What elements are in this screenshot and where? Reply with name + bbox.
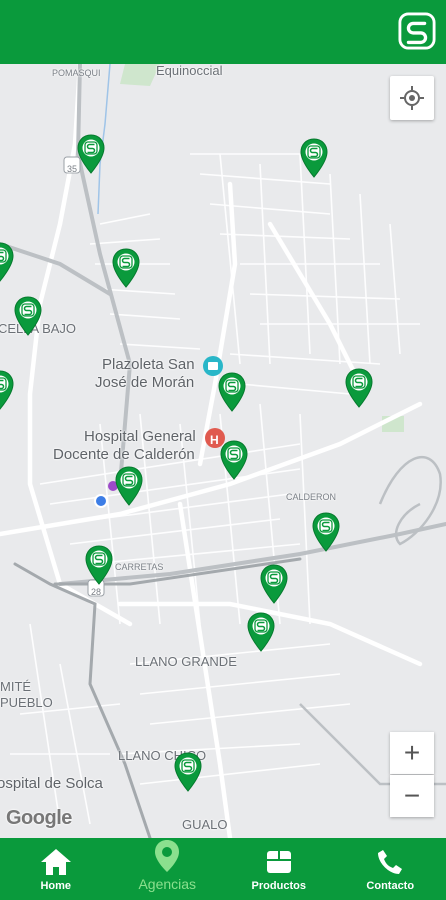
place-plazoleta-line1: Plazoleta San: [102, 356, 195, 373]
agency-pin-icon[interactable]: [300, 138, 328, 178]
zoom-out-button[interactable]: −: [390, 775, 434, 817]
place-llano-grande: LLANO GRANDE: [135, 654, 237, 669]
place-gualo: GUALO: [182, 817, 228, 832]
agency-pin-icon[interactable]: [14, 296, 42, 336]
nav-contacto[interactable]: Contacto: [335, 838, 446, 900]
agency-pin-icon[interactable]: [77, 134, 105, 174]
nav-home[interactable]: Home: [0, 838, 112, 900]
agency-pin-icon[interactable]: [174, 752, 202, 792]
box-icon: [266, 851, 291, 873]
top-app-bar: [0, 0, 446, 64]
svg-text:H: H: [210, 433, 219, 447]
agency-pin-icon[interactable]: [247, 612, 275, 652]
s-logo-icon[interactable]: [398, 12, 436, 50]
nav-agencias[interactable]: Agencias: [112, 838, 224, 900]
route-35-label: 35: [67, 164, 78, 174]
place-calderon: CALDERON: [286, 492, 337, 502]
agency-pin-icon[interactable]: [0, 370, 14, 410]
bottom-navigation: Home Agencias Productos Contacto: [0, 838, 446, 900]
agency-pin-icon[interactable]: [260, 564, 288, 604]
place-plazoleta-line2: José de Morán: [95, 374, 195, 391]
my-location-button[interactable]: [390, 76, 434, 120]
route-28-label: 28: [91, 587, 102, 597]
nav-productos-label: Productos: [251, 880, 306, 892]
zoom-in-button[interactable]: +: [390, 732, 434, 774]
place-hospital-line1: Hospital General: [84, 428, 196, 445]
agency-pin-icon[interactable]: [312, 512, 340, 552]
place-equinoccial: Equinoccial: [156, 64, 223, 78]
nav-productos[interactable]: Productos: [223, 838, 335, 900]
nav-home-label: Home: [40, 880, 72, 892]
agency-pin-icon[interactable]: [85, 545, 113, 585]
phone-icon: [378, 850, 403, 874]
agency-pin-icon[interactable]: [220, 440, 248, 480]
place-carretas: CARRETAS: [115, 562, 164, 572]
crosshair-icon: [400, 86, 424, 110]
nav-contacto-label: Contacto: [366, 880, 415, 892]
place-pueblo: PUEBLO: [0, 695, 53, 710]
map-view[interactable]: H Equinoccial POMASQUI 35 28 Plazoleta S…: [0, 64, 446, 838]
place-hospital-line2: Docente de Calderón: [53, 446, 195, 463]
map-pin-icon: [155, 840, 180, 872]
home-icon: [40, 849, 71, 875]
place-pomasqui: POMASQUI: [52, 68, 101, 78]
nav-agencias-label: Agencias: [138, 876, 197, 892]
agency-pin-icon[interactable]: [112, 248, 140, 288]
google-attribution: Google: [6, 807, 72, 829]
agency-pin-icon[interactable]: [345, 368, 373, 408]
place-solca: ospital de Solca: [0, 775, 103, 792]
agency-pin-icon[interactable]: [115, 466, 143, 506]
agency-pin-icon[interactable]: [218, 372, 246, 412]
agency-pin-icon[interactable]: [0, 242, 14, 282]
